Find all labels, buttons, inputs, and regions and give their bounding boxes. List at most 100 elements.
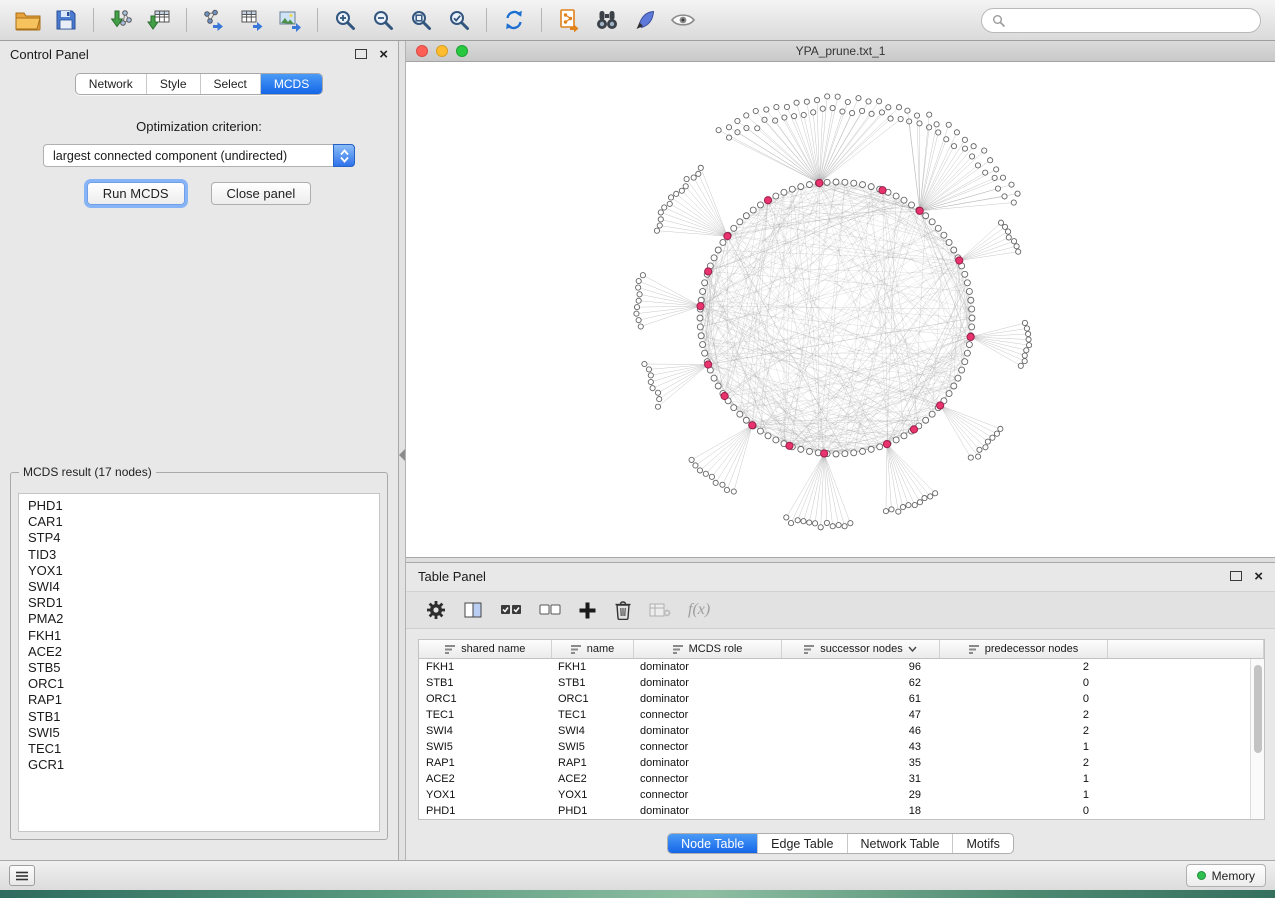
network-node[interactable] [990, 435, 995, 440]
dominator-node[interactable] [916, 207, 923, 214]
minimize-window-button[interactable] [436, 45, 448, 57]
network-node[interactable] [995, 186, 1000, 191]
cell-mcds-role[interactable]: connector [633, 707, 781, 723]
dominator-node[interactable] [721, 392, 728, 399]
network-canvas[interactable] [406, 62, 1275, 558]
network-node[interactable] [836, 522, 841, 527]
close-panel-button[interactable]: Close panel [211, 182, 312, 205]
network-node[interactable] [697, 315, 703, 321]
network-node[interactable] [933, 491, 938, 496]
clone-network-button[interactable] [551, 5, 587, 35]
network-node[interactable] [1025, 331, 1030, 336]
import-network-button[interactable] [103, 5, 139, 35]
network-node[interactable] [917, 121, 922, 126]
network-node[interactable] [698, 333, 704, 339]
network-node[interactable] [866, 99, 871, 104]
network-node[interactable] [1022, 359, 1027, 364]
table-row[interactable]: TEC1TEC1connector472 [419, 707, 1264, 723]
cell-successor-nodes[interactable]: 31 [781, 771, 939, 787]
network-node[interactable] [696, 171, 701, 176]
network-node[interactable] [848, 521, 853, 526]
cell-name[interactable]: FKH1 [551, 659, 633, 676]
tab-node-table[interactable]: Node Table [668, 834, 758, 853]
network-node[interactable] [657, 223, 662, 228]
table-row[interactable]: FKH1FKH1dominator962 [419, 659, 1264, 676]
panel-menu-button[interactable] [9, 865, 35, 886]
close-panel-icon[interactable]: × [379, 47, 388, 62]
cell-predecessor-nodes[interactable]: 2 [939, 659, 1107, 676]
delete-column-button[interactable] [614, 600, 632, 620]
network-node[interactable] [697, 324, 703, 330]
network-node[interactable] [693, 463, 698, 468]
tab-network-table[interactable]: Network Table [848, 834, 954, 853]
network-node[interactable] [650, 386, 655, 391]
cell-name[interactable]: YOX1 [551, 787, 633, 803]
network-node[interactable] [646, 367, 651, 372]
network-node[interactable] [968, 297, 974, 303]
cell-mcds-role[interactable]: dominator [633, 675, 781, 691]
network-node[interactable] [962, 359, 968, 365]
network-node[interactable] [1005, 229, 1010, 234]
column-header-successor-nodes[interactable]: successor nodes [781, 640, 939, 659]
network-node[interactable] [868, 446, 874, 452]
network-node[interactable] [845, 99, 850, 104]
show-columns-button[interactable] [463, 600, 483, 620]
dominator-node[interactable] [821, 450, 828, 457]
network-node[interactable] [824, 520, 829, 525]
network-node[interactable] [634, 311, 639, 316]
network-node[interactable] [983, 170, 988, 175]
cell-shared-name[interactable]: ORC1 [419, 691, 551, 707]
network-node[interactable] [860, 182, 866, 188]
cell-successor-nodes[interactable]: 61 [781, 691, 939, 707]
cell-name[interactable]: PHD1 [551, 803, 633, 819]
result-node[interactable]: STB5 [28, 660, 370, 676]
network-node[interactable] [929, 219, 935, 225]
tab-motifs[interactable]: Motifs [953, 834, 1012, 853]
network-node[interactable] [702, 350, 708, 356]
network-node[interactable] [683, 184, 688, 189]
network-node[interactable] [1015, 191, 1020, 196]
network-node[interactable] [856, 96, 861, 101]
network-node[interactable] [784, 104, 789, 109]
network-node[interactable] [634, 305, 639, 310]
network-node[interactable] [715, 247, 721, 253]
network-node[interactable] [955, 375, 961, 381]
network-node[interactable] [744, 113, 749, 118]
result-node[interactable]: ORC1 [28, 676, 370, 692]
network-node[interactable] [1000, 175, 1005, 180]
network-node[interactable] [636, 318, 641, 323]
network-node[interactable] [711, 255, 717, 261]
network-node[interactable] [1024, 348, 1029, 353]
table-row[interactable]: ORC1ORC1dominator610 [419, 691, 1264, 707]
network-node[interactable] [964, 280, 970, 286]
network-node[interactable] [988, 158, 993, 163]
cell-shared-name[interactable]: ACE2 [419, 771, 551, 787]
select-all-button[interactable] [500, 601, 522, 619]
cell-predecessor-nodes[interactable]: 1 [939, 787, 1107, 803]
tab-style[interactable]: Style [147, 74, 201, 94]
network-node[interactable] [929, 411, 935, 417]
network-node[interactable] [954, 130, 959, 135]
zoom-fit-button[interactable] [403, 5, 439, 35]
network-node[interactable] [876, 99, 881, 104]
dominator-node[interactable] [724, 233, 731, 240]
network-node[interactable] [968, 455, 973, 460]
network-node[interactable] [966, 342, 972, 348]
network-node[interactable] [849, 110, 854, 115]
network-node[interactable] [900, 504, 905, 509]
cell-shared-name[interactable]: STB1 [419, 675, 551, 691]
network-node[interactable] [795, 518, 800, 523]
network-node[interactable] [691, 175, 696, 180]
network-node[interactable] [879, 110, 884, 115]
network-node[interactable] [638, 324, 643, 329]
network-node[interactable] [636, 278, 641, 283]
network-node[interactable] [975, 163, 980, 168]
cell-shared-name[interactable]: PHD1 [419, 803, 551, 819]
zoom-selected-button[interactable] [441, 5, 477, 35]
network-node[interactable] [798, 446, 804, 452]
network-node[interactable] [724, 487, 729, 492]
network-node[interactable] [636, 285, 641, 290]
network-node[interactable] [713, 480, 718, 485]
network-node[interactable] [951, 247, 957, 253]
network-node[interactable] [896, 105, 901, 110]
